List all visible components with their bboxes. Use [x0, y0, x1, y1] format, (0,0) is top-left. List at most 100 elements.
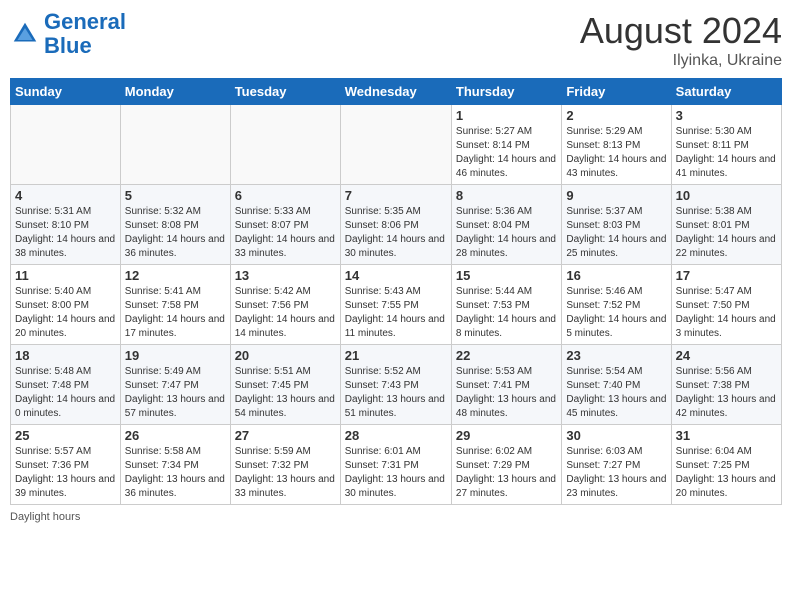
day-number: 5: [125, 188, 226, 203]
day-number: 29: [456, 428, 557, 443]
day-info: Sunrise: 5:53 AM Sunset: 7:41 PM Dayligh…: [456, 365, 557, 421]
day-number: 13: [235, 268, 336, 283]
day-info: Sunrise: 5:35 AM Sunset: 8:06 PM Dayligh…: [345, 205, 447, 261]
day-number: 31: [676, 428, 777, 443]
day-number: 30: [566, 428, 666, 443]
day-number: 8: [456, 188, 557, 203]
day-info: Sunrise: 5:42 AM Sunset: 7:56 PM Dayligh…: [235, 285, 336, 341]
day-number: 12: [125, 268, 226, 283]
calendar-cell: 28 Sunrise: 6:01 AM Sunset: 7:31 PM Dayli…: [340, 425, 451, 505]
calendar-cell: 29 Sunrise: 6:02 AM Sunset: 7:29 PM Dayli…: [451, 425, 561, 505]
day-info: Sunrise: 5:54 AM Sunset: 7:40 PM Dayligh…: [566, 365, 666, 421]
calendar-cell: 9 Sunrise: 5:37 AM Sunset: 8:03 PM Daylig…: [562, 185, 671, 265]
calendar-cell: 14Sunrise: 5:43 AM Sunset: 7:55 PM Dayli…: [340, 265, 451, 345]
day-number: 3: [676, 108, 777, 123]
weekday-header: Wednesday: [340, 79, 451, 105]
day-info: Sunrise: 5:40 AM Sunset: 8:00 PM Dayligh…: [15, 285, 116, 341]
day-number: 6: [235, 188, 336, 203]
day-info: Sunrise: 5:59 AM Sunset: 7:32 PM Dayligh…: [235, 445, 336, 501]
day-info: Sunrise: 5:48 AM Sunset: 7:48 PM Dayligh…: [15, 365, 116, 421]
day-info: Sunrise: 6:04 AM Sunset: 7:25 PM Dayligh…: [676, 445, 777, 501]
calendar-cell: [120, 105, 230, 185]
day-number: 19: [125, 348, 226, 363]
day-info: Sunrise: 5:31 AM Sunset: 8:10 PM Dayligh…: [15, 205, 116, 261]
weekday-header: Sunday: [11, 79, 121, 105]
calendar-cell: [340, 105, 451, 185]
day-number: 28: [345, 428, 447, 443]
day-number: 14: [345, 268, 447, 283]
calendar-cell: 20Sunrise: 5:51 AM Sunset: 7:45 PM Dayli…: [230, 345, 340, 425]
calendar-cell: 8Sunrise: 5:36 AM Sunset: 8:04 PM Daylig…: [451, 185, 561, 265]
day-info: Sunrise: 5:58 AM Sunset: 7:34 PM Dayligh…: [125, 445, 226, 501]
day-info: Sunrise: 6:03 AM Sunset: 7:27 PM Dayligh…: [566, 445, 666, 501]
calendar-cell: 18 Sunrise: 5:48 AM Sunset: 7:48 PM Dayli…: [11, 345, 121, 425]
weekday-header: Thursday: [451, 79, 561, 105]
weekday-header: Friday: [562, 79, 671, 105]
day-number: 27: [235, 428, 336, 443]
calendar-cell: 1 Sunrise: 5:27 AM Sunset: 8:14 PM Daylig…: [451, 105, 561, 185]
calendar-cell: 7Sunrise: 5:35 AM Sunset: 8:06 PM Daylig…: [340, 185, 451, 265]
calendar-cell: 27 Sunrise: 5:59 AM Sunset: 7:32 PM Dayli…: [230, 425, 340, 505]
day-info: Sunrise: 5:41 AM Sunset: 7:58 PM Dayligh…: [125, 285, 226, 341]
day-info: Sunrise: 5:49 AM Sunset: 7:47 PM Dayligh…: [125, 365, 226, 421]
location-title: Ilyinka, Ukraine: [580, 52, 782, 70]
calendar-cell: 11 Sunrise: 5:40 AM Sunset: 8:00 PM Dayli…: [11, 265, 121, 345]
day-info: Sunrise: 5:47 AM Sunset: 7:50 PM Dayligh…: [676, 285, 777, 341]
calendar-cell: 10Sunrise: 5:38 AM Sunset: 8:01 PM Dayli…: [671, 185, 781, 265]
logo-text: General Blue: [44, 10, 126, 58]
calendar-cell: 26 Sunrise: 5:58 AM Sunset: 7:34 PM Dayli…: [120, 425, 230, 505]
weekday-header: Tuesday: [230, 79, 340, 105]
calendar-cell: 6 Sunrise: 5:33 AM Sunset: 8:07 PM Daylig…: [230, 185, 340, 265]
day-number: 15: [456, 268, 557, 283]
day-number: 17: [676, 268, 777, 283]
day-number: 10: [676, 188, 777, 203]
calendar-cell: 24Sunrise: 5:56 AM Sunset: 7:38 PM Dayli…: [671, 345, 781, 425]
calendar-cell: 31 Sunrise: 6:04 AM Sunset: 7:25 PM Dayli…: [671, 425, 781, 505]
calendar-cell: 19 Sunrise: 5:49 AM Sunset: 7:47 PM Dayli…: [120, 345, 230, 425]
logo: General Blue: [10, 10, 126, 58]
calendar-week-row: 1 Sunrise: 5:27 AM Sunset: 8:14 PM Daylig…: [11, 105, 782, 185]
day-number: 1: [456, 108, 557, 123]
calendar-cell: 12 Sunrise: 5:41 AM Sunset: 7:58 PM Dayli…: [120, 265, 230, 345]
calendar-week-row: 18 Sunrise: 5:48 AM Sunset: 7:48 PM Dayli…: [11, 345, 782, 425]
logo-icon: [10, 19, 40, 49]
calendar-cell: 15Sunrise: 5:44 AM Sunset: 7:53 PM Dayli…: [451, 265, 561, 345]
day-info: Sunrise: 5:37 AM Sunset: 8:03 PM Dayligh…: [566, 205, 666, 261]
calendar-cell: 22Sunrise: 5:53 AM Sunset: 7:41 PM Dayli…: [451, 345, 561, 425]
day-number: 16: [566, 268, 666, 283]
day-info: Sunrise: 6:02 AM Sunset: 7:29 PM Dayligh…: [456, 445, 557, 501]
day-info: Sunrise: 5:46 AM Sunset: 7:52 PM Dayligh…: [566, 285, 666, 341]
page: General Blue August 2024 Ilyinka, Ukrain…: [0, 0, 792, 612]
day-info: Sunrise: 5:57 AM Sunset: 7:36 PM Dayligh…: [15, 445, 116, 501]
calendar-cell: 16 Sunrise: 5:46 AM Sunset: 7:52 PM Dayli…: [562, 265, 671, 345]
day-info: Sunrise: 5:33 AM Sunset: 8:07 PM Dayligh…: [235, 205, 336, 261]
calendar-cell: 25 Sunrise: 5:57 AM Sunset: 7:36 PM Dayli…: [11, 425, 121, 505]
calendar-table: SundayMondayTuesdayWednesdayThursdayFrid…: [10, 78, 782, 505]
calendar-week-row: 25 Sunrise: 5:57 AM Sunset: 7:36 PM Dayli…: [11, 425, 782, 505]
calendar-cell: 17 Sunrise: 5:47 AM Sunset: 7:50 PM Dayli…: [671, 265, 781, 345]
day-info: Sunrise: 5:27 AM Sunset: 8:14 PM Dayligh…: [456, 125, 557, 181]
header: General Blue August 2024 Ilyinka, Ukrain…: [10, 10, 782, 70]
calendar-cell: 30 Sunrise: 6:03 AM Sunset: 7:27 PM Dayli…: [562, 425, 671, 505]
day-number: 23: [566, 348, 666, 363]
calendar-cell: [11, 105, 121, 185]
calendar-cell: 2Sunrise: 5:29 AM Sunset: 8:13 PM Daylig…: [562, 105, 671, 185]
day-info: Sunrise: 5:51 AM Sunset: 7:45 PM Dayligh…: [235, 365, 336, 421]
calendar-cell: 21Sunrise: 5:52 AM Sunset: 7:43 PM Dayli…: [340, 345, 451, 425]
day-info: Sunrise: 6:01 AM Sunset: 7:31 PM Dayligh…: [345, 445, 447, 501]
weekday-header: Saturday: [671, 79, 781, 105]
weekday-header: Monday: [120, 79, 230, 105]
day-number: 11: [15, 268, 116, 283]
day-number: 18: [15, 348, 116, 363]
day-number: 25: [15, 428, 116, 443]
day-number: 9: [566, 188, 666, 203]
title-block: August 2024 Ilyinka, Ukraine: [580, 10, 782, 70]
daylight-label: Daylight hours: [10, 511, 80, 523]
calendar-cell: 3Sunrise: 5:30 AM Sunset: 8:11 PM Daylig…: [671, 105, 781, 185]
month-title: August 2024: [580, 10, 782, 52]
day-info: Sunrise: 5:56 AM Sunset: 7:38 PM Dayligh…: [676, 365, 777, 421]
day-info: Sunrise: 5:29 AM Sunset: 8:13 PM Dayligh…: [566, 125, 666, 181]
day-info: Sunrise: 5:32 AM Sunset: 8:08 PM Dayligh…: [125, 205, 226, 261]
day-number: 4: [15, 188, 116, 203]
day-number: 26: [125, 428, 226, 443]
